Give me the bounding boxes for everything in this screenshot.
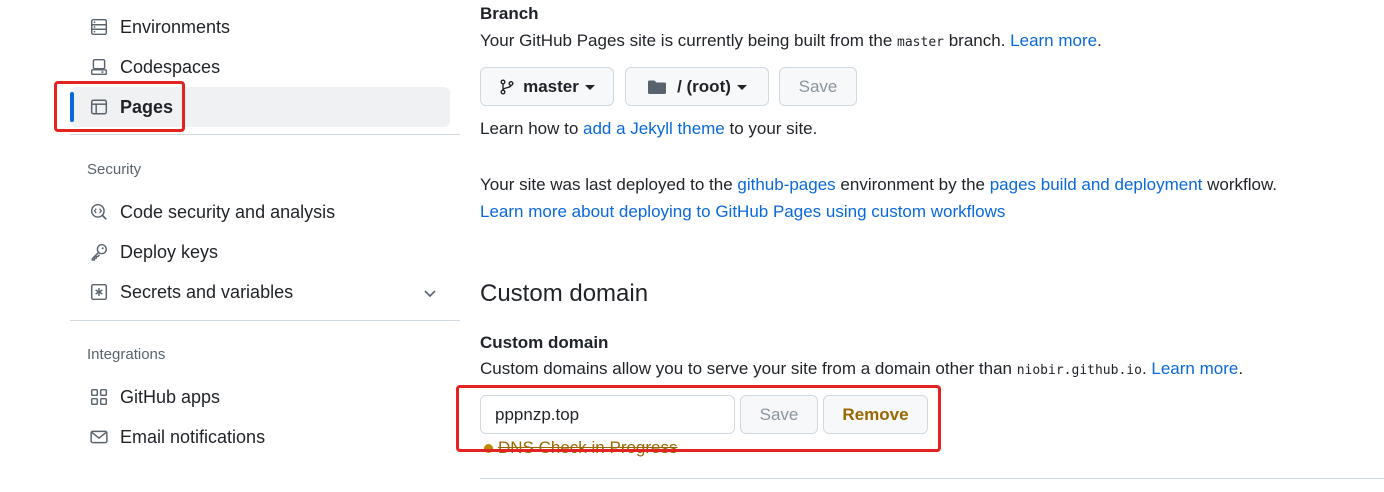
codescan-icon	[90, 203, 108, 221]
dns-check-status-text: DNS Check in Progress	[498, 438, 678, 457]
custom-domain-desc-text: .	[1141, 359, 1152, 378]
mail-icon	[90, 428, 108, 446]
apps-icon	[90, 388, 108, 406]
server-icon	[90, 18, 108, 36]
custom-domain-input[interactable]	[480, 395, 735, 434]
codespaces-icon	[90, 58, 108, 76]
custom-domain-remove-button[interactable]: Remove	[823, 395, 928, 434]
pages-build-workflow-link[interactable]: pages build and deployment	[990, 175, 1203, 194]
sidebar-item-label: Codespaces	[120, 56, 221, 77]
key-icon	[90, 243, 108, 261]
deploy-text: Your site was last deployed to the	[480, 175, 738, 194]
sidebar-item-email-notifications[interactable]: Email notifications	[70, 417, 450, 457]
jekyll-theme-link[interactable]: add a Jekyll theme	[583, 119, 725, 138]
jekyll-text: Learn how to	[480, 119, 584, 138]
jekyll-text: to your site.	[724, 119, 818, 138]
branch-select-button[interactable]: master	[480, 67, 614, 106]
sidebar-item-label: Code security and analysis	[120, 201, 336, 222]
branch-select-label: master	[523, 76, 579, 96]
browser-icon	[90, 98, 108, 116]
section-divider	[480, 478, 1384, 479]
branch-save-button[interactable]: Save	[779, 67, 857, 106]
deploy-info-text: Your site was last deployed to the githu…	[480, 175, 1277, 195]
status-dot-icon	[484, 444, 493, 454]
sidebar-divider	[70, 320, 460, 321]
pages-settings-main: Branch Your GitHub Pages site is current…	[480, 0, 1384, 492]
branch-learn-more-link[interactable]: Learn more	[1010, 31, 1097, 50]
caret-down-icon	[736, 85, 747, 90]
folder-select-label: / (root)	[677, 76, 731, 96]
custom-workflows-row: Learn more about deploying to GitHub Pag…	[480, 202, 1005, 222]
custom-domain-save-button[interactable]: Save	[740, 395, 818, 434]
sidebar-divider	[70, 134, 460, 135]
jekyll-theme-text: Learn how to add a Jekyll theme to your …	[480, 119, 817, 139]
custom-domain-description: Custom domains allow you to serve your s…	[480, 359, 1243, 379]
default-domain-code: niobir.github.io	[1016, 363, 1142, 378]
dns-check-status: DNS Check in Progress	[484, 438, 678, 458]
chevron-down-icon[interactable]	[422, 285, 438, 301]
custom-workflows-link[interactable]: Learn more about deploying to GitHub Pag…	[480, 202, 1005, 221]
sidebar-item-label: GitHub apps	[120, 386, 221, 407]
branch-desc-text: Your GitHub Pages site is currently bein…	[480, 31, 898, 50]
sidebar-item-secrets[interactable]: Secrets and variables	[70, 272, 450, 312]
period-text: .	[1238, 359, 1244, 378]
sidebar-item-github-apps[interactable]: GitHub apps	[70, 377, 450, 417]
sidebar-item-codespaces[interactable]: Codespaces	[70, 47, 450, 87]
sidebar-item-environments[interactable]: Environments	[70, 7, 450, 47]
sidebar-item-label: Email notifications	[120, 426, 266, 447]
sidebar-item-label: Secrets and variables	[120, 281, 294, 302]
sidebar-item-code-security[interactable]: Code security and analysis	[70, 192, 450, 232]
settings-sidebar: Environments Codespaces Pages Security C…	[70, 0, 460, 492]
sidebar-section-title: Security	[87, 161, 142, 178]
custom-domain-label: Custom domain	[480, 333, 609, 352]
sidebar-item-pages[interactable]: Pages	[70, 87, 450, 127]
branch-name-code: master	[897, 35, 944, 50]
sidebar-item-label: Deploy keys	[120, 241, 219, 262]
branch-desc-text: branch.	[944, 31, 1011, 50]
active-indicator	[70, 92, 74, 122]
github-pages-env-link[interactable]: github-pages	[737, 175, 835, 194]
folder-select-button[interactable]: / (root)	[625, 67, 769, 106]
sidebar-item-label: Pages	[120, 96, 174, 117]
sidebar-section-title: Integrations	[87, 346, 166, 363]
asterisk-icon	[90, 283, 108, 301]
folder-icon	[647, 79, 667, 95]
deploy-text: workflow.	[1202, 175, 1278, 194]
caret-down-icon	[584, 85, 595, 90]
branch-description: Your GitHub Pages site is currently bein…	[480, 31, 1102, 51]
sidebar-item-deploy-keys[interactable]: Deploy keys	[70, 232, 450, 272]
deploy-text: environment by the	[835, 175, 990, 194]
period-text: .	[1097, 31, 1102, 50]
custom-domain-section-heading: Custom domain	[480, 280, 649, 307]
branch-heading: Branch	[480, 4, 539, 23]
sidebar-item-label: Environments	[120, 16, 231, 37]
custom-domain-desc-text: Custom domains allow you to serve your s…	[480, 359, 1017, 378]
custom-domain-learn-more-link[interactable]: Learn more	[1151, 359, 1238, 378]
git-branch-icon	[499, 79, 515, 95]
